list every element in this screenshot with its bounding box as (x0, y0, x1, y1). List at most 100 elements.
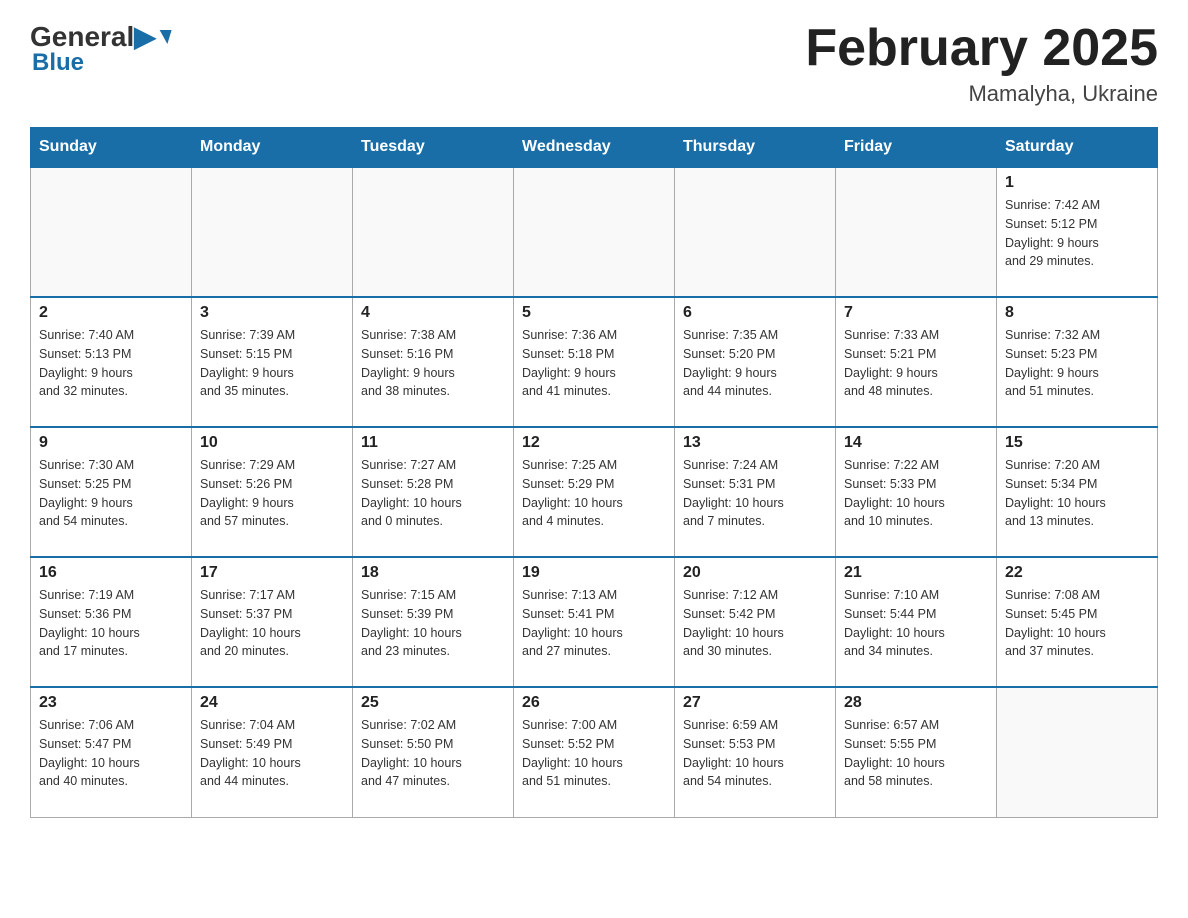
weekday-wednesday: Wednesday (514, 128, 675, 168)
day-info: Sunrise: 7:39 AM Sunset: 5:15 PM Dayligh… (200, 326, 344, 401)
calendar-body: 1 Sunrise: 7:42 AM Sunset: 5:12 PM Daylig… (31, 167, 1158, 817)
calendar-cell: 16 Sunrise: 7:19 AM Sunset: 5:36 PM Dayli… (31, 557, 192, 687)
day-number: 1 (1005, 174, 1149, 192)
day-number: 20 (683, 564, 827, 582)
week-row-4: 23Sunrise: 7:06 AM Sunset: 5:47 PM Dayli… (31, 687, 1158, 817)
calendar-cell: 22Sunrise: 7:08 AM Sunset: 5:45 PM Dayli… (997, 557, 1158, 687)
day-info: Sunrise: 7:20 AM Sunset: 5:34 PM Dayligh… (1005, 456, 1149, 531)
day-info: Sunrise: 7:08 AM Sunset: 5:45 PM Dayligh… (1005, 586, 1149, 661)
day-info: Sunrise: 7:12 AM Sunset: 5:42 PM Dayligh… (683, 586, 827, 661)
calendar-cell: 20 Sunrise: 7:12 AM Sunset: 5:42 PM Dayli… (675, 557, 836, 687)
calendar-cell: 10 Sunrise: 7:29 AM Sunset: 5:26 PM Dayli… (192, 427, 353, 557)
calendar-cell (192, 167, 353, 297)
calendar-cell: 7Sunrise: 7:33 AM Sunset: 5:21 PM Daylig… (836, 297, 997, 427)
logo-arrow-icon (158, 30, 171, 44)
day-info: Sunrise: 7:35 AM Sunset: 5:20 PM Dayligh… (683, 326, 827, 401)
calendar-cell: 11 Sunrise: 7:27 AM Sunset: 5:28 PM Dayli… (353, 427, 514, 557)
calendar-cell: 9Sunrise: 7:30 AM Sunset: 5:25 PM Daylig… (31, 427, 192, 557)
weekday-friday: Friday (836, 128, 997, 168)
calendar-cell (997, 687, 1158, 817)
calendar-cell: 23Sunrise: 7:06 AM Sunset: 5:47 PM Dayli… (31, 687, 192, 817)
calendar-cell (353, 167, 514, 297)
day-info: Sunrise: 7:36 AM Sunset: 5:18 PM Dayligh… (522, 326, 666, 401)
day-number: 13 (683, 434, 827, 452)
calendar-cell: 15 Sunrise: 7:20 AM Sunset: 5:34 PM Dayli… (997, 427, 1158, 557)
day-info: Sunrise: 7:19 AM Sunset: 5:36 PM Dayligh… (39, 586, 183, 661)
calendar-cell: 4 Sunrise: 7:38 AM Sunset: 5:16 PM Daylig… (353, 297, 514, 427)
day-number: 5 (522, 304, 666, 322)
logo: General▶ Blue (30, 20, 171, 77)
day-number: 27 (683, 694, 827, 712)
calendar-cell: 5 Sunrise: 7:36 AM Sunset: 5:18 PM Daylig… (514, 297, 675, 427)
day-number: 25 (361, 694, 505, 712)
day-number: 17 (200, 564, 344, 582)
logo-general-text: General (30, 21, 134, 53)
calendar-cell: 14 Sunrise: 7:22 AM Sunset: 5:33 PM Dayli… (836, 427, 997, 557)
weekday-monday: Monday (192, 128, 353, 168)
calendar-cell: 6 Sunrise: 7:35 AM Sunset: 5:20 PM Daylig… (675, 297, 836, 427)
day-info: Sunrise: 7:04 AM Sunset: 5:49 PM Dayligh… (200, 716, 344, 791)
day-info: Sunrise: 7:25 AM Sunset: 5:29 PM Dayligh… (522, 456, 666, 531)
day-info: Sunrise: 7:42 AM Sunset: 5:12 PM Dayligh… (1005, 196, 1149, 271)
day-number: 19 (522, 564, 666, 582)
calendar-cell: 3Sunrise: 7:39 AM Sunset: 5:15 PM Daylig… (192, 297, 353, 427)
day-info: Sunrise: 7:00 AM Sunset: 5:52 PM Dayligh… (522, 716, 666, 791)
week-row-1: 2 Sunrise: 7:40 AM Sunset: 5:13 PM Daylig… (31, 297, 1158, 427)
day-number: 4 (361, 304, 505, 322)
calendar-cell (514, 167, 675, 297)
week-row-2: 9Sunrise: 7:30 AM Sunset: 5:25 PM Daylig… (31, 427, 1158, 557)
calendar-cell: 19 Sunrise: 7:13 AM Sunset: 5:41 PM Dayli… (514, 557, 675, 687)
day-info: Sunrise: 7:32 AM Sunset: 5:23 PM Dayligh… (1005, 326, 1149, 401)
day-number: 8 (1005, 304, 1149, 322)
calendar-cell: 18 Sunrise: 7:15 AM Sunset: 5:39 PM Dayli… (353, 557, 514, 687)
day-number: 6 (683, 304, 827, 322)
calendar-header: SundayMondayTuesdayWednesdayThursdayFrid… (31, 128, 1158, 168)
calendar-cell (31, 167, 192, 297)
calendar-cell: 21Sunrise: 7:10 AM Sunset: 5:44 PM Dayli… (836, 557, 997, 687)
calendar-cell: 25 Sunrise: 7:02 AM Sunset: 5:50 PM Dayli… (353, 687, 514, 817)
day-info: Sunrise: 7:40 AM Sunset: 5:13 PM Dayligh… (39, 326, 183, 401)
title-section: February 2025 Mamalyha, Ukraine (805, 20, 1158, 107)
day-info: Sunrise: 7:29 AM Sunset: 5:26 PM Dayligh… (200, 456, 344, 531)
day-number: 2 (39, 304, 183, 322)
day-info: Sunrise: 7:24 AM Sunset: 5:31 PM Dayligh… (683, 456, 827, 531)
calendar-cell: 17 Sunrise: 7:17 AM Sunset: 5:37 PM Dayli… (192, 557, 353, 687)
day-number: 14 (844, 434, 988, 452)
page-header: General▶ Blue February 2025 Mamalyha, Uk… (30, 20, 1158, 107)
day-info: Sunrise: 7:06 AM Sunset: 5:47 PM Dayligh… (39, 716, 183, 791)
day-info: Sunrise: 7:30 AM Sunset: 5:25 PM Dayligh… (39, 456, 183, 531)
day-number: 24 (200, 694, 344, 712)
calendar-cell (675, 167, 836, 297)
day-info: Sunrise: 7:17 AM Sunset: 5:37 PM Dayligh… (200, 586, 344, 661)
day-info: Sunrise: 7:13 AM Sunset: 5:41 PM Dayligh… (522, 586, 666, 661)
calendar-cell: 28Sunrise: 6:57 AM Sunset: 5:55 PM Dayli… (836, 687, 997, 817)
day-info: Sunrise: 6:59 AM Sunset: 5:53 PM Dayligh… (683, 716, 827, 791)
day-info: Sunrise: 7:22 AM Sunset: 5:33 PM Dayligh… (844, 456, 988, 531)
calendar-cell: 13 Sunrise: 7:24 AM Sunset: 5:31 PM Dayli… (675, 427, 836, 557)
day-number: 18 (361, 564, 505, 582)
day-info: Sunrise: 7:15 AM Sunset: 5:39 PM Dayligh… (361, 586, 505, 661)
day-info: Sunrise: 7:38 AM Sunset: 5:16 PM Dayligh… (361, 326, 505, 401)
calendar-cell: 1 Sunrise: 7:42 AM Sunset: 5:12 PM Daylig… (997, 167, 1158, 297)
week-row-3: 16 Sunrise: 7:19 AM Sunset: 5:36 PM Dayli… (31, 557, 1158, 687)
day-number: 26 (522, 694, 666, 712)
day-info: Sunrise: 7:10 AM Sunset: 5:44 PM Dayligh… (844, 586, 988, 661)
day-number: 10 (200, 434, 344, 452)
day-number: 15 (1005, 434, 1149, 452)
day-info: Sunrise: 7:02 AM Sunset: 5:50 PM Dayligh… (361, 716, 505, 791)
calendar-cell: 8 Sunrise: 7:32 AM Sunset: 5:23 PM Daylig… (997, 297, 1158, 427)
day-info: Sunrise: 7:27 AM Sunset: 5:28 PM Dayligh… (361, 456, 505, 531)
day-number: 11 (361, 434, 505, 452)
calendar-cell: 12Sunrise: 7:25 AM Sunset: 5:29 PM Dayli… (514, 427, 675, 557)
calendar-table: SundayMondayTuesdayWednesdayThursdayFrid… (30, 127, 1158, 818)
calendar-cell: 27 Sunrise: 6:59 AM Sunset: 5:53 PM Dayli… (675, 687, 836, 817)
day-number: 16 (39, 564, 183, 582)
month-title: February 2025 (805, 20, 1158, 77)
weekday-tuesday: Tuesday (353, 128, 514, 168)
calendar-cell: 2 Sunrise: 7:40 AM Sunset: 5:13 PM Daylig… (31, 297, 192, 427)
weekday-thursday: Thursday (675, 128, 836, 168)
logo-blue-text: Blue (32, 49, 171, 77)
weekday-saturday: Saturday (997, 128, 1158, 168)
day-number: 7 (844, 304, 988, 322)
calendar-cell: 26 Sunrise: 7:00 AM Sunset: 5:52 PM Dayli… (514, 687, 675, 817)
